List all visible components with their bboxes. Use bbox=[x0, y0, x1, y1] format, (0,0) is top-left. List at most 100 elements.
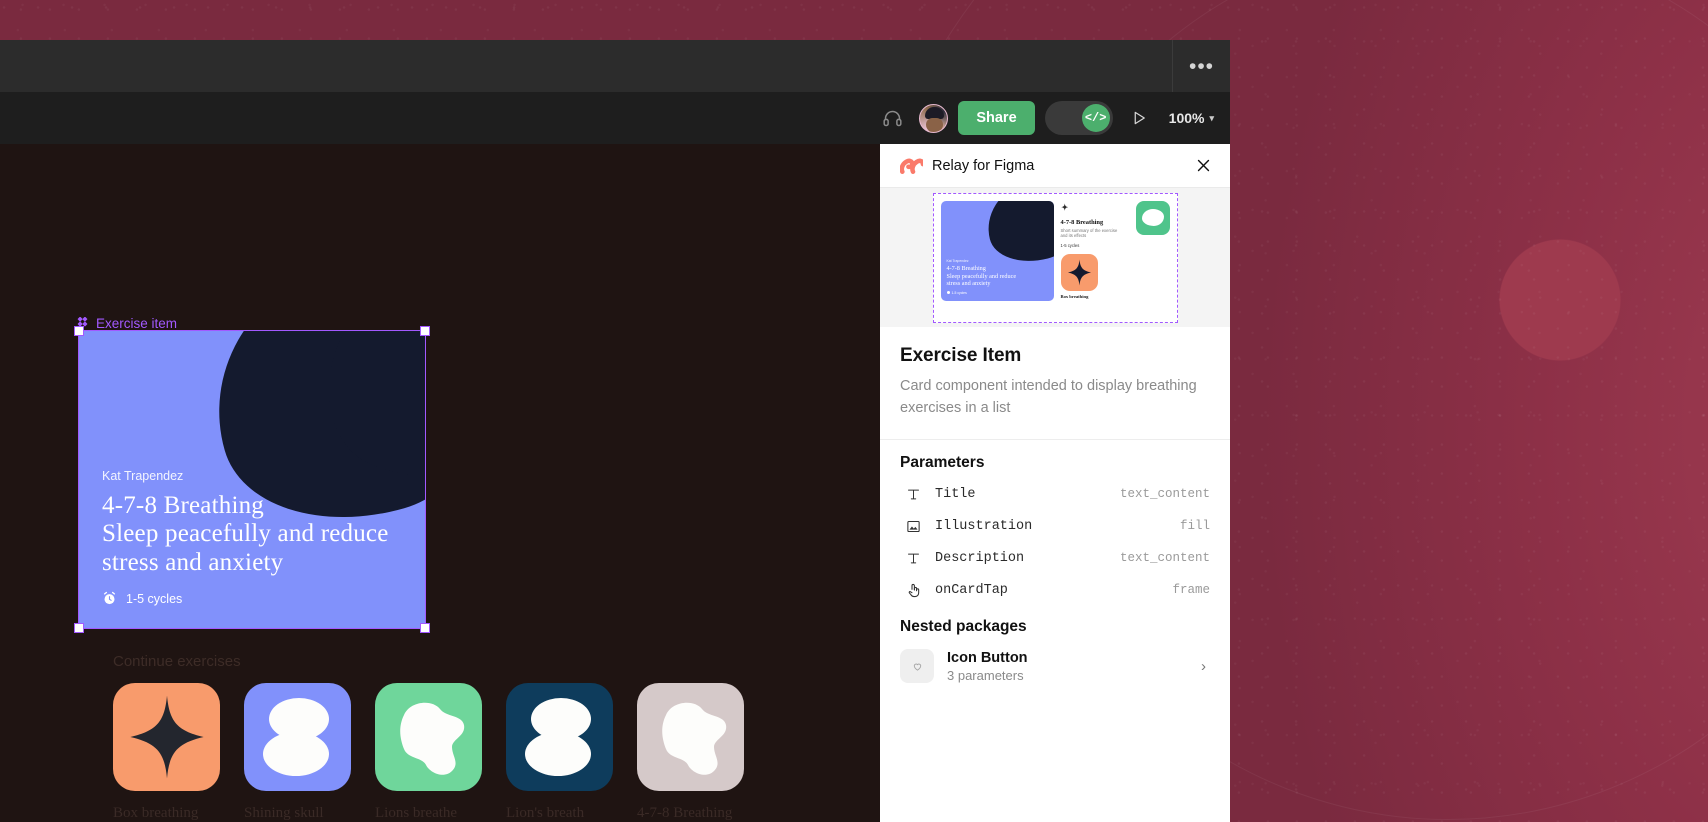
preview-icon-square bbox=[1135, 200, 1170, 235]
plugin-title: Relay for Figma bbox=[932, 157, 1035, 174]
parameter-type: text_content bbox=[1119, 551, 1210, 565]
selection-frame[interactable] bbox=[74, 326, 430, 633]
dev-mode-toggle[interactable]: </> bbox=[1044, 101, 1113, 135]
nested-package-name: Icon Button bbox=[947, 649, 1028, 666]
nested-packages-heading: Nested packages bbox=[900, 618, 1027, 635]
selection-label: Exercise item bbox=[76, 316, 177, 331]
image-type-icon bbox=[905, 518, 922, 535]
exercise-tile[interactable]: 4-7-8 Breathing bbox=[637, 683, 744, 822]
preview-card-title-line: Sleep peacefully and reduce bbox=[946, 272, 1017, 280]
nested-packages-section: Nested packages Icon Button 3 parameters… bbox=[880, 610, 1230, 700]
relay-logo-icon bbox=[900, 158, 923, 174]
nested-package-row[interactable]: Icon Button 3 parameters › bbox=[900, 642, 1210, 690]
parameter-name: Description bbox=[935, 550, 1025, 566]
sparkle-icon bbox=[1060, 202, 1068, 211]
resize-handle-bottom-right[interactable] bbox=[420, 623, 430, 633]
plugin-header: Relay for Figma bbox=[880, 144, 1230, 188]
exercise-tile-list: Box breathing Shining skull breath bbox=[113, 683, 744, 822]
parameter-row[interactable]: Illustration fill bbox=[900, 510, 1210, 542]
preview-card-title-line: 4-7-8 Breathing bbox=[946, 265, 986, 273]
present-button[interactable] bbox=[1123, 101, 1155, 135]
headphones-icon bbox=[883, 110, 902, 126]
tile-thumbnail bbox=[637, 683, 744, 791]
tile-label: Shining skull breath bbox=[244, 805, 324, 821]
clock-dot-icon bbox=[946, 291, 950, 294]
more-options-button[interactable]: ••• bbox=[1173, 40, 1230, 92]
parameters-section: Parameters Title text_content Illustrati… bbox=[880, 440, 1230, 610]
resize-handle-bottom-left[interactable] bbox=[74, 623, 84, 633]
tile-label: Box breathing bbox=[113, 805, 199, 821]
preview-detail-block: 4-7-8 Breathing Short summary of the exe… bbox=[1061, 201, 1130, 248]
zoom-control[interactable]: 100% ▾ bbox=[1165, 110, 1214, 126]
close-plugin-button[interactable] bbox=[1190, 153, 1216, 179]
figma-app-window: ••• Share </> 100% ▾ Exercise item Kat T… bbox=[0, 40, 1230, 822]
parameter-row[interactable]: onCardTap frame bbox=[900, 574, 1210, 606]
preview-tile bbox=[1060, 253, 1098, 291]
parameter-type: frame bbox=[1172, 583, 1210, 597]
preview-card-meta-text: 1-5 cycles bbox=[951, 290, 967, 295]
tile-label: Lion's breath bbox=[506, 805, 585, 821]
blob-double-icon bbox=[524, 698, 591, 776]
parameter-row[interactable]: Title text_content bbox=[900, 478, 1210, 510]
code-brackets-icon: </> bbox=[1081, 104, 1110, 132]
component-name: Exercise Item bbox=[900, 345, 1022, 366]
preview-right-column: 4-7-8 Breathing Short summary of the exe… bbox=[1060, 200, 1170, 315]
text-type-icon bbox=[905, 486, 922, 503]
preview-card-meta: 1-5 cycles bbox=[946, 290, 1049, 295]
parameter-name: Title bbox=[935, 486, 976, 502]
nested-package-subtitle: 3 parameters bbox=[947, 667, 1024, 683]
tile-label: Lions breathe bbox=[375, 805, 458, 821]
exercise-tile[interactable]: Shining skull breath bbox=[244, 683, 351, 822]
preview-detail-title: 4-7-8 Breathing bbox=[1060, 218, 1104, 226]
parameter-type: fill bbox=[1179, 519, 1210, 533]
preview-card-title-line: stress and anxiety bbox=[946, 280, 991, 288]
zoom-level-label: 100% bbox=[1168, 110, 1205, 126]
parameter-name: onCardTap bbox=[935, 582, 1008, 598]
chevron-down-icon: ▾ bbox=[1209, 112, 1214, 123]
exercise-tile[interactable]: Lion's breath bbox=[506, 683, 613, 822]
parameter-name: Illustration bbox=[935, 518, 1033, 534]
headphones-button[interactable] bbox=[875, 101, 909, 135]
tap-gesture-icon bbox=[905, 582, 922, 599]
figma-toolbar: Share </> 100% ▾ bbox=[0, 92, 1230, 144]
preview-detail-summary-line: and its effects bbox=[1060, 233, 1087, 239]
nested-package-meta: Icon Button 3 parameters bbox=[947, 650, 1188, 683]
preview-card: Kat Trapendez 4-7-8 Breathing Sleep peac… bbox=[940, 200, 1054, 301]
parameter-row[interactable]: Description text_content bbox=[900, 542, 1210, 574]
continue-exercises-heading: Continue exercises bbox=[113, 653, 241, 670]
preview-detail-cycles: 1-5 cycles bbox=[1060, 242, 1080, 248]
resize-handle-top-right[interactable] bbox=[420, 326, 430, 336]
text-type-icon bbox=[905, 550, 922, 567]
blob-icon bbox=[1141, 209, 1164, 226]
share-button[interactable]: Share bbox=[958, 101, 1035, 135]
preview-card-author: Kat Trapendez bbox=[946, 259, 969, 264]
star-icon bbox=[1067, 259, 1091, 286]
chevron-right-icon: › bbox=[1201, 657, 1206, 675]
tile-thumbnail bbox=[375, 683, 482, 791]
resize-handle-top-left[interactable] bbox=[74, 326, 84, 336]
component-description: Card component intended to display breat… bbox=[900, 378, 1197, 416]
heart-outline-icon bbox=[900, 649, 934, 683]
relay-plugin-panel: Relay for Figma Kat Trapendez 4-7-8 Brea… bbox=[880, 144, 1230, 822]
component-preview-area: Kat Trapendez 4-7-8 Breathing Sleep peac… bbox=[880, 188, 1230, 327]
parameters-heading: Parameters bbox=[900, 454, 985, 471]
more-horizontal-icon: ••• bbox=[1188, 54, 1215, 78]
component-info-section: Exercise Item Card component intended to… bbox=[880, 327, 1230, 440]
plugin-body: Exercise Item Card component intended to… bbox=[880, 327, 1230, 822]
exercise-tile[interactable]: Box breathing bbox=[113, 683, 220, 822]
star-icon bbox=[129, 695, 204, 779]
exercise-tile[interactable]: Lions breathe bbox=[375, 683, 482, 822]
play-icon bbox=[1134, 111, 1145, 125]
blob-double-icon bbox=[262, 698, 329, 776]
titlebar-divider bbox=[1172, 40, 1173, 92]
preview-tile-label: Box breathing bbox=[1060, 293, 1089, 299]
preview-frame: Kat Trapendez 4-7-8 Breathing Sleep peac… bbox=[932, 192, 1178, 323]
window-titlebar: ••• bbox=[0, 40, 1230, 92]
close-icon bbox=[1197, 159, 1209, 172]
avatar[interactable] bbox=[919, 103, 949, 133]
tile-thumbnail bbox=[244, 683, 351, 791]
selection-label-text: Exercise item bbox=[96, 316, 178, 331]
blob-splat-icon bbox=[661, 702, 726, 775]
parameter-type: text_content bbox=[1119, 487, 1210, 501]
tile-thumbnail bbox=[113, 683, 220, 791]
